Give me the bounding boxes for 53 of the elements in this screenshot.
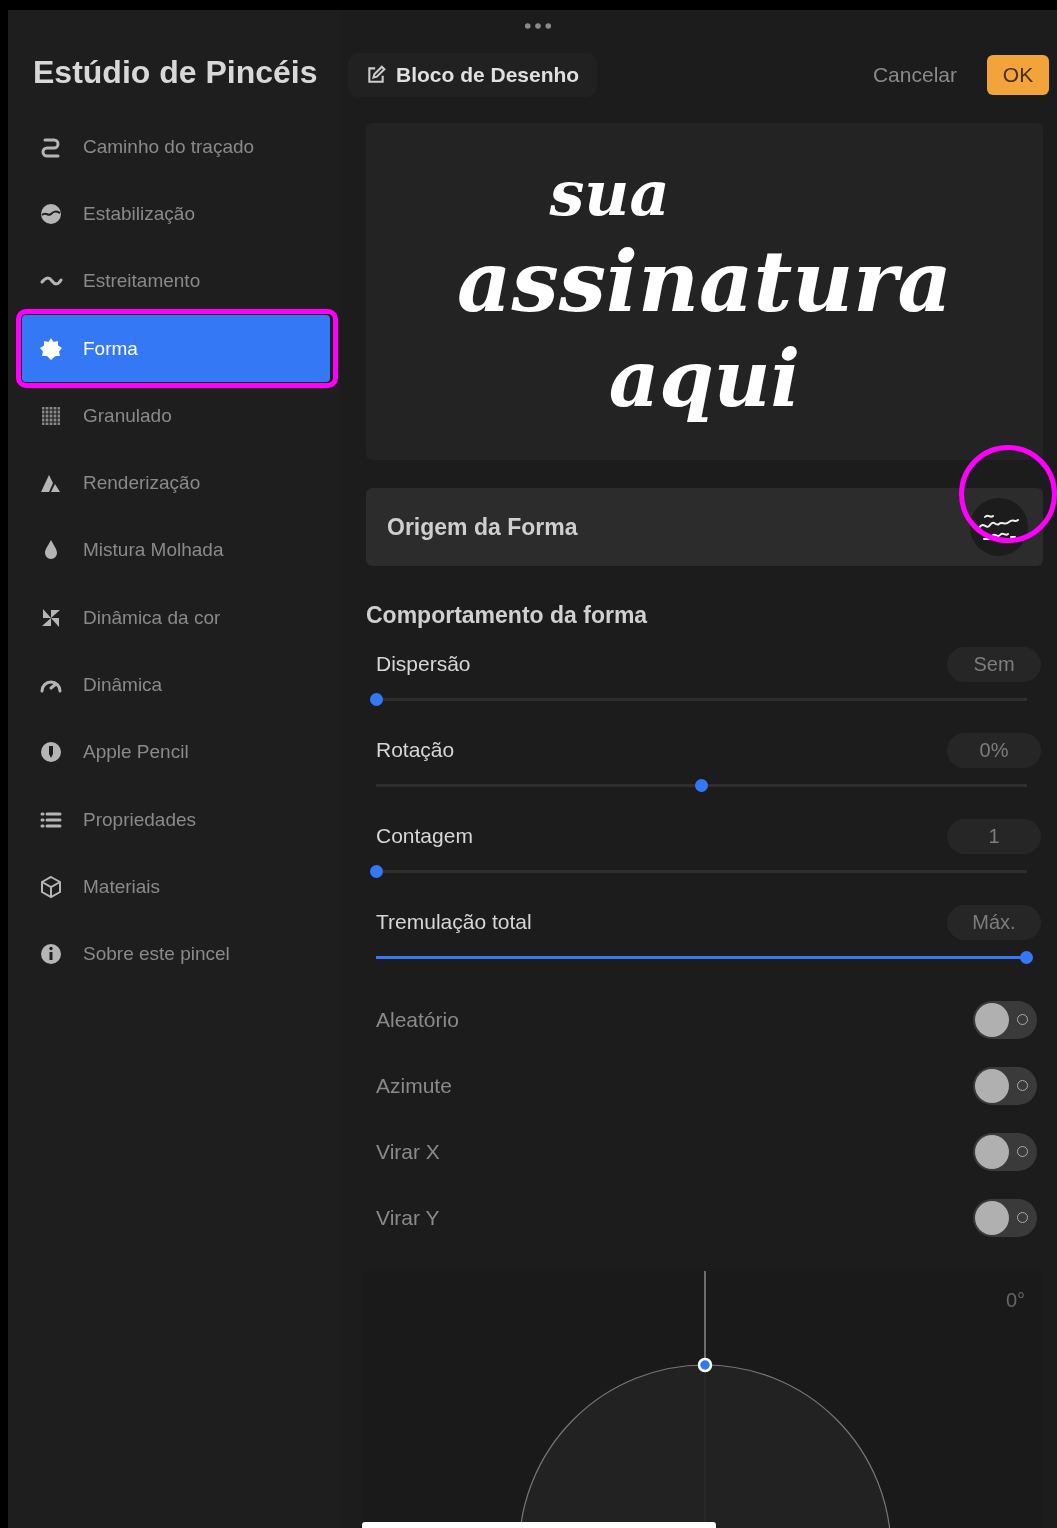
preview-text: aqui — [608, 332, 801, 426]
slider-thumb[interactable] — [370, 865, 383, 878]
sidebar-item[interactable]: Propriedades — [22, 785, 330, 854]
shape-source-label: Origem da Forma — [387, 513, 578, 541]
slider-value: Sem — [947, 646, 1041, 682]
sidebar-item[interactable]: Apple Pencil — [22, 718, 330, 786]
sidebar-item[interactable]: Renderização — [22, 449, 330, 517]
toggle-switch[interactable] — [973, 1067, 1037, 1105]
preview-text: assinatura — [457, 231, 952, 333]
toggle-switch[interactable] — [973, 1199, 1037, 1237]
sidebar-item[interactable]: Dinâmica da cor — [22, 584, 330, 652]
slider-thumb[interactable] — [1020, 951, 1033, 964]
preview-text: sua — [549, 157, 670, 232]
slider-thumb[interactable] — [695, 779, 708, 792]
sidebar-item[interactable]: Granulado — [22, 382, 330, 450]
ok-button[interactable]: OK — [987, 55, 1049, 95]
sidebar-item[interactable]: Estreitamento — [22, 247, 330, 315]
drawing-pad-button[interactable]: Bloco de Desenho — [348, 53, 598, 97]
angle-handle[interactable] — [697, 1357, 713, 1373]
sidebar-title: Estúdio de Pincéis — [32, 53, 319, 92]
sidebar-item[interactable]: Materiais — [22, 853, 330, 921]
shape-source-bar[interactable]: Origem da Forma — [366, 488, 1043, 566]
cancel-button[interactable]: Cancelar — [872, 63, 957, 87]
slider-value: Máx. — [947, 904, 1041, 940]
sidebar-item[interactable]: Sobre este pincel — [22, 920, 330, 988]
toggle-label: Virar X — [376, 1140, 440, 1164]
sidebar-item[interactable]: Estabilização — [22, 180, 330, 248]
toggle-label: Virar Y — [376, 1206, 440, 1230]
sidebar-item[interactable]: Forma — [22, 314, 330, 383]
shape-thumbnail[interactable] — [969, 497, 1029, 557]
sidebar-item[interactable]: Dinâmica — [22, 651, 330, 719]
slider-label: Tremulação total — [376, 910, 532, 934]
slider-label: Contagem — [376, 824, 473, 848]
cube-icon — [39, 874, 63, 899]
toggle-label: Aleatório — [376, 1008, 459, 1032]
edit-icon — [366, 65, 386, 85]
circle-wave-icon — [39, 201, 63, 226]
toggle-switch[interactable] — [973, 1133, 1037, 1171]
slider-value: 0% — [947, 732, 1041, 768]
more-icon[interactable] — [524, 22, 552, 30]
slider-thumb[interactable] — [370, 693, 383, 706]
starburst-icon — [39, 336, 63, 361]
slider-value: 1 — [947, 818, 1041, 854]
sidebar-item[interactable]: Mistura Molhada — [22, 516, 330, 585]
slider-label: Rotação — [376, 738, 455, 762]
toggle-switch[interactable] — [973, 1001, 1037, 1039]
section-title: Comportamento da forma — [366, 602, 649, 629]
info-icon — [39, 942, 63, 967]
pencil-circle-icon — [39, 740, 63, 765]
sidebar-item[interactable]: Caminho do traçado — [22, 113, 330, 181]
angle-reading: 0° — [1005, 1289, 1025, 1312]
toggle-label: Azimute — [376, 1074, 452, 1098]
slider-label: Dispersão — [376, 652, 471, 676]
